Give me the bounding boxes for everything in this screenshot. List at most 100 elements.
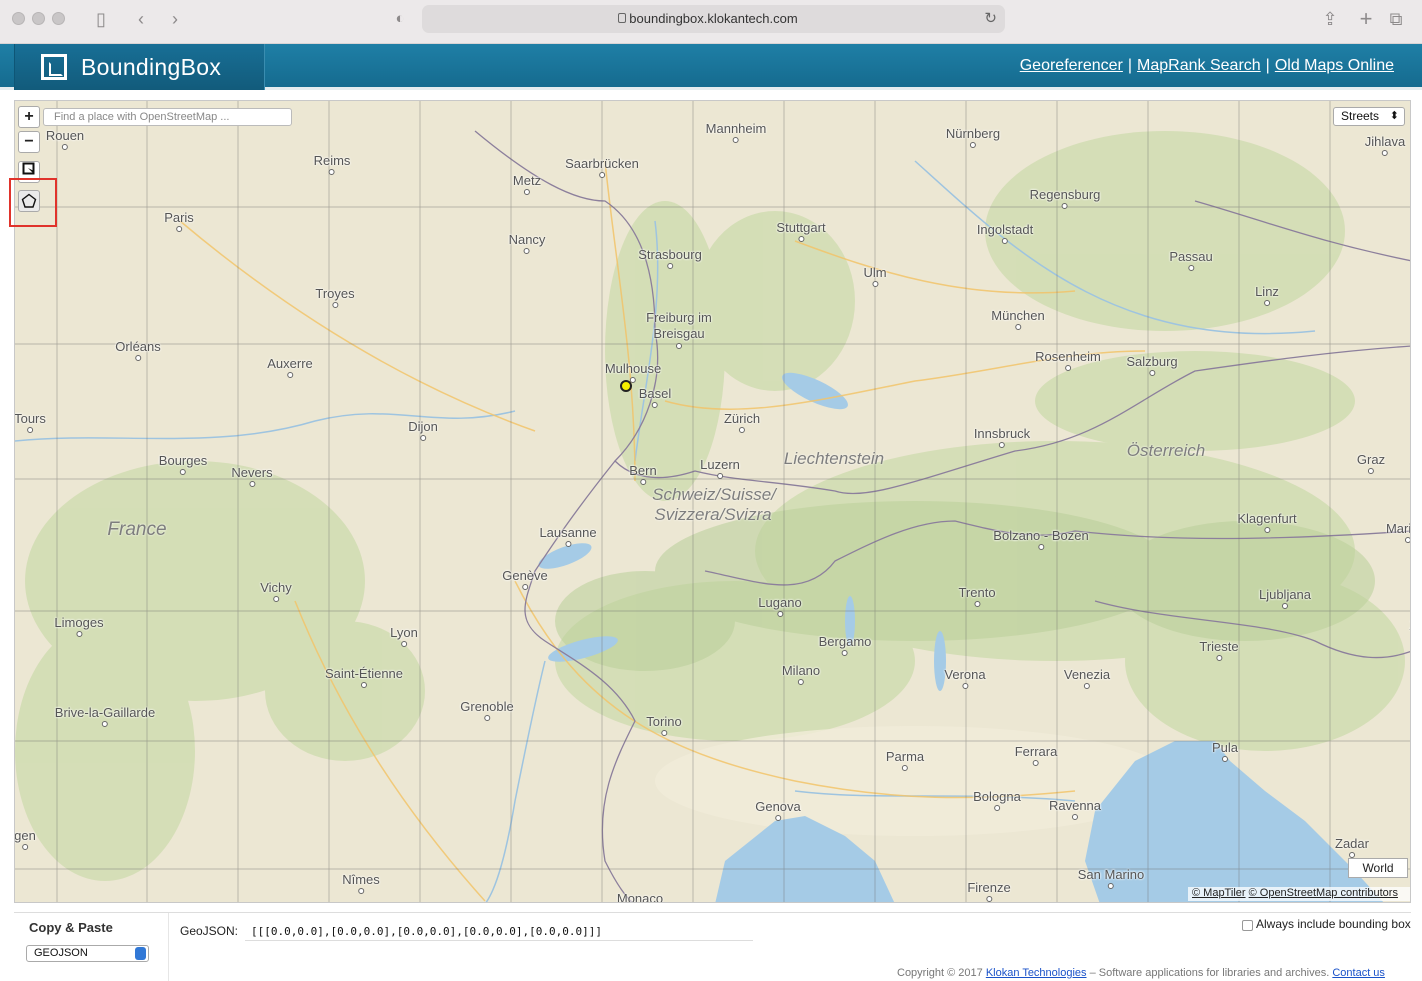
city-dot <box>483 715 490 721</box>
city-name: Bergamo <box>818 634 872 649</box>
city-label: Zadar <box>1335 836 1369 858</box>
geojson-output-field[interactable]: [[[0.0,0.0],[0.0,0.0],[0.0,0.0],[0.0,0.0… <box>245 920 753 941</box>
maprank-search-link[interactable]: MapRank Search <box>1137 57 1261 74</box>
zoom-window-button[interactable] <box>52 12 65 25</box>
city-name: Stuttgart <box>776 220 826 235</box>
city-name: Ljubljana <box>1258 587 1312 602</box>
world-button[interactable]: World <box>1348 858 1408 878</box>
country-label: Schweiz/Suisse/ <box>652 485 776 504</box>
city-name: Tours <box>14 411 46 426</box>
georeferencer-link[interactable]: Georeferencer <box>1020 57 1123 74</box>
city-label: Salzburg <box>1126 354 1178 376</box>
city-name: Troyes <box>315 286 355 301</box>
klokan-link[interactable]: Klokan Technologies <box>986 967 1087 979</box>
city-dot <box>961 683 968 689</box>
city-dot <box>361 682 367 688</box>
city-name: Trento <box>958 585 996 600</box>
city-name: Parma <box>885 749 925 764</box>
city-label: Bolzano - Bozen <box>993 528 1089 550</box>
address-bar[interactable]: boundingbox.klokantech.com ↻ <box>422 5 1005 33</box>
city-name: Auxerre <box>267 356 313 371</box>
logo[interactable]: BoundingBox <box>14 44 265 90</box>
privacy-shield-icon[interactable]: ◐ <box>391 8 409 30</box>
city-label: Lugano <box>758 595 802 617</box>
city-label: Firenze <box>967 880 1011 902</box>
close-window-button[interactable] <box>12 12 25 25</box>
tab-overview-icon[interactable]: ⧉ <box>1386 8 1406 30</box>
city-name: Za <box>1409 618 1410 633</box>
layer-select[interactable]: Streets <box>1333 107 1405 126</box>
city-dot <box>1071 814 1078 820</box>
city-dot <box>1382 150 1388 156</box>
city-dot <box>287 372 293 378</box>
always-include-label: Always include bounding box <box>1256 917 1411 931</box>
map-canvas[interactable]: Rouen Reims Paris Metz Saarbrücken Mannheim Nü… <box>14 100 1411 903</box>
site-title: BoundingBox <box>81 54 222 80</box>
city-dot <box>1188 265 1194 271</box>
old-maps-online-link[interactable]: Old Maps Online <box>1275 57 1394 74</box>
city-label: Ljubljana <box>1259 587 1311 609</box>
city-name: Bolzano - Bozen <box>993 528 1089 543</box>
city-dot <box>599 172 605 178</box>
city-name: Freiburg im Breisgau <box>646 310 712 341</box>
city-name: Basel <box>638 386 672 401</box>
city-label: Za <box>1409 618 1410 640</box>
osm-link[interactable]: © OpenStreetMap contributors <box>1249 887 1398 899</box>
city-label: Bourges <box>159 453 207 475</box>
city-dot <box>1216 655 1222 661</box>
panel-divider <box>168 913 169 981</box>
city-dot <box>1263 527 1270 533</box>
back-icon[interactable]: ‹ <box>132 8 150 30</box>
maptiler-link[interactable]: © MapTiler <box>1192 887 1246 899</box>
city-name: Dijon <box>408 419 438 434</box>
city-label: gen <box>15 828 36 850</box>
city-name: Saint-Étienne <box>324 666 404 681</box>
city-dot <box>1404 537 1410 543</box>
city-name: Jihlava <box>1364 134 1406 149</box>
forward-icon[interactable]: › <box>166 8 184 30</box>
city-name: Maribor <box>1385 521 1411 536</box>
city-label: Ingolstadt <box>977 222 1033 244</box>
city-dot <box>1149 370 1155 376</box>
city-dot <box>1083 683 1090 689</box>
city-dot <box>332 302 338 308</box>
sidebar-icon[interactable]: ▯ <box>90 8 112 30</box>
city-label: Grenoble <box>460 699 514 721</box>
city-dot <box>179 469 186 475</box>
country-label: France <box>107 519 167 540</box>
city-label: Basel <box>638 386 672 408</box>
new-tab-icon[interactable]: + <box>1356 8 1376 30</box>
place-search-input[interactable]: Find a place with OpenStreetMap ... <box>43 108 292 126</box>
city-label: Maribor <box>1385 521 1411 543</box>
city-label: Mulhouse <box>605 361 661 383</box>
minimize-window-button[interactable] <box>32 12 45 25</box>
contact-link[interactable]: Contact us <box>1332 967 1385 979</box>
always-include-checkbox[interactable] <box>1242 920 1253 931</box>
city-name: Orléans <box>115 339 161 354</box>
city-name: München <box>991 308 1045 323</box>
format-select[interactable]: GEOJSON <box>26 945 149 962</box>
city-label: Pula <box>1212 740 1238 762</box>
zoom-out-button[interactable]: − <box>18 131 40 153</box>
zoom-in-button[interactable]: + <box>18 106 40 128</box>
city-dot <box>871 281 878 287</box>
country-label: Svizzera/Svizra <box>654 505 772 524</box>
city-dot <box>521 584 528 590</box>
city-name: Trieste <box>1199 639 1239 654</box>
share-icon[interactable]: ⇪ <box>1320 8 1340 30</box>
city-label: Saarbrücken <box>565 156 639 178</box>
city-name: Passau <box>1169 249 1213 264</box>
city-dot <box>75 631 82 637</box>
city-dot <box>329 169 335 175</box>
header-nav: Georeferencer | MapRank Search | Old Maps On… <box>1019 57 1394 74</box>
city-label: Dijon <box>408 419 438 441</box>
city-dot <box>135 355 141 361</box>
city-name: Bourges <box>158 453 208 468</box>
reload-icon[interactable]: ↻ <box>984 9 997 27</box>
city-label: Nancy <box>509 232 545 254</box>
city-dot <box>176 226 182 232</box>
city-label: Vichy <box>260 580 292 602</box>
city-dot <box>1222 756 1228 762</box>
city-label: Tours <box>14 411 46 433</box>
city-label: Linz <box>1255 284 1279 306</box>
